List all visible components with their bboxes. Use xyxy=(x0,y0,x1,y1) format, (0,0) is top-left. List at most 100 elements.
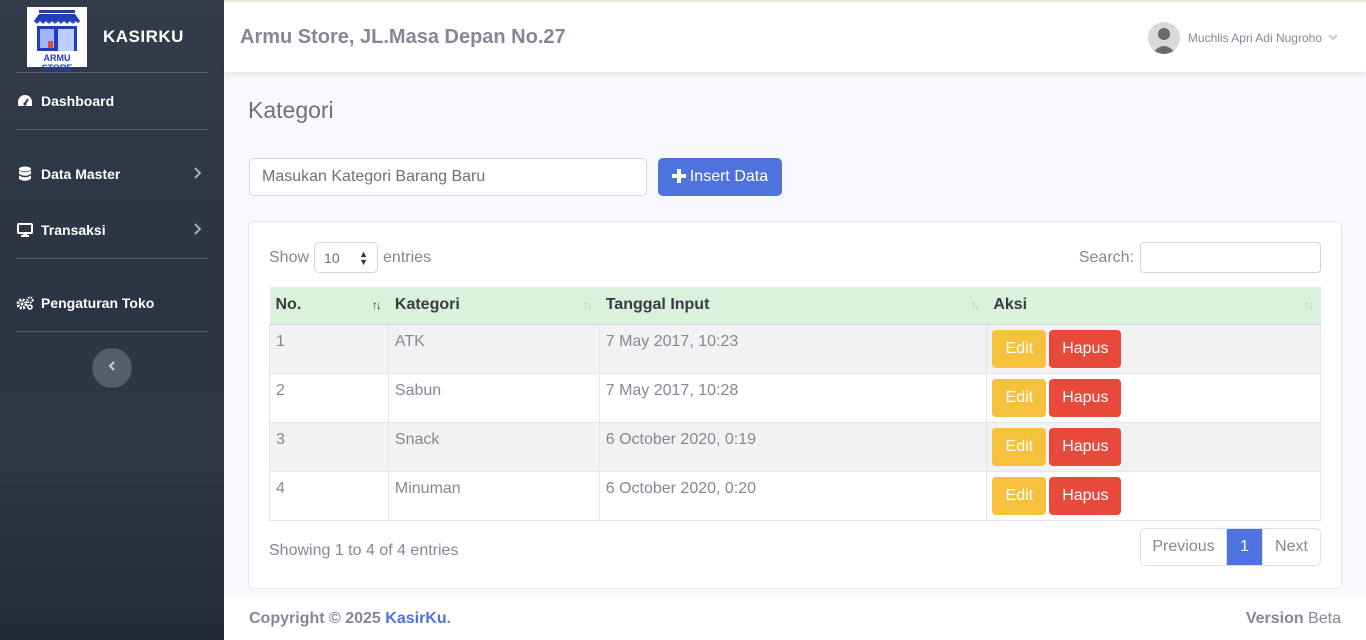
footer-brand-link[interactable]: KasirKu xyxy=(385,610,446,627)
version-label: Version xyxy=(1245,610,1304,627)
cell-tanggal: 6 October 2020, 0:19 xyxy=(598,421,988,472)
next-page-button[interactable]: Next xyxy=(1262,529,1320,565)
sidebar-divider xyxy=(16,331,208,332)
sidebar-divider xyxy=(16,129,208,130)
page-title: Kategori xyxy=(248,97,334,123)
plus-icon xyxy=(671,167,686,187)
entries-label: entries xyxy=(383,248,432,266)
entries-length-control: Show 10 ▲ ▼ entries xyxy=(269,242,431,273)
insert-data-label: Insert Data xyxy=(689,168,769,185)
version-info: Version Beta xyxy=(1246,610,1341,628)
brand-name: KASIRKU xyxy=(103,27,184,46)
edit-button[interactable]: Edit xyxy=(992,476,1047,515)
category-table: No. ↑↓ Kategori ↑↓ Tanggal Input ↑↓ Aksi ↑↓ … xyxy=(269,287,1321,521)
pagination: Previous 1 Next xyxy=(1140,528,1321,566)
sort-arrows-icon: ▲ ▼ xyxy=(359,249,369,267)
cell-kategori: ATK xyxy=(387,323,600,374)
chevron-down-icon xyxy=(1328,33,1338,44)
sidebar-brand[interactable]: ARMU STORE KASIRKU xyxy=(0,0,224,73)
chevron-right-icon xyxy=(193,166,202,182)
cell-kategori: Minuman xyxy=(387,470,600,521)
sidebar-item-label: Transaksi xyxy=(41,222,106,238)
copyright-text: Copyright © 2025 xyxy=(249,610,386,627)
previous-page-button[interactable]: Previous xyxy=(1141,529,1227,565)
column-header-kategori[interactable]: Kategori ↑↓ xyxy=(388,287,600,325)
sort-icon: ↑↓ xyxy=(970,298,980,312)
table-card: Show 10 ▲ ▼ entries Search: No. ↑↓ Kategor… xyxy=(248,221,1342,589)
sidebar-item-transaksi[interactable]: Transaksi xyxy=(0,210,224,250)
cell-kategori: Snack xyxy=(387,421,600,472)
column-header-aksi[interactable]: Aksi ↑↓ xyxy=(986,287,1321,325)
table-info: Showing 1 to 4 of 4 entries xyxy=(269,542,459,559)
delete-button[interactable]: Hapus xyxy=(1049,476,1122,515)
column-header-label: Aksi xyxy=(993,296,1028,314)
show-label: Show xyxy=(269,248,310,266)
version-value: Beta xyxy=(1308,610,1341,627)
column-header-label: Tanggal Input xyxy=(605,296,710,314)
column-header-tanggal-input[interactable]: Tanggal Input ↑↓ xyxy=(599,287,988,325)
edit-button[interactable]: Edit xyxy=(992,329,1047,368)
column-header-no[interactable]: No. ↑↓ xyxy=(269,287,389,325)
sort-icon: ↑↓ xyxy=(582,298,593,312)
table-row: 3 Snack 6 October 2020, 0:19 Edit Hapus xyxy=(269,421,1321,472)
sidebar-toggle-button[interactable] xyxy=(92,348,132,388)
cell-no: 4 xyxy=(269,470,389,521)
cell-no: 1 xyxy=(269,323,389,374)
table-row: 2 Sabun 7 May 2017, 10:28 Edit Hapus xyxy=(269,372,1321,423)
insert-data-button[interactable]: Insert Data xyxy=(658,158,782,196)
cell-kategori: Sabun xyxy=(387,372,600,423)
sidebar-item-label: Dashboard xyxy=(41,93,115,109)
sidebar-item-data-master[interactable]: Data Master xyxy=(0,154,224,194)
cell-aksi: Edit Hapus xyxy=(986,323,1321,374)
column-header-label: Kategori xyxy=(394,296,460,314)
sidebar-item-label: Pengaturan Toko xyxy=(41,295,155,311)
store-logo: ARMU STORE xyxy=(27,7,87,73)
user-name: Muchlis Apri Adi Nugroho xyxy=(1187,31,1322,45)
edit-button[interactable]: Edit xyxy=(992,427,1047,466)
sidebar-divider xyxy=(16,258,208,259)
cell-aksi: Edit Hapus xyxy=(986,372,1321,423)
desktop-icon xyxy=(16,222,34,238)
cell-aksi: Edit Hapus xyxy=(986,470,1321,521)
database-icon xyxy=(16,166,34,182)
store-title: Armu Store, JL.Masa Depan No.27 xyxy=(240,26,566,48)
logo-text: ARMU STORE xyxy=(41,53,73,73)
entries-value: 10 xyxy=(324,249,340,266)
cell-no: 3 xyxy=(269,421,389,472)
cell-tanggal: 6 October 2020, 0:20 xyxy=(598,470,988,521)
tachometer-icon xyxy=(16,93,34,109)
cell-tanggal: 7 May 2017, 10:28 xyxy=(598,372,988,423)
column-header-label: No. xyxy=(275,296,302,314)
footer: Copyright © 2025 KasirKu. Version Beta xyxy=(224,596,1366,640)
page-1-button[interactable]: 1 xyxy=(1227,529,1262,565)
search-label: Search: xyxy=(1078,248,1134,266)
entries-select[interactable]: 10 ▲ ▼ xyxy=(314,242,379,273)
edit-button[interactable]: Edit xyxy=(992,378,1047,417)
copyright: Copyright © 2025 KasirKu. xyxy=(249,610,451,628)
sidebar-item-dashboard[interactable]: Dashboard xyxy=(0,81,224,121)
cell-tanggal: 7 May 2017, 10:23 xyxy=(598,323,988,374)
sort-asc-icon: ↑↓ xyxy=(371,298,382,312)
search-input[interactable] xyxy=(1140,242,1321,273)
copyright-suffix: . xyxy=(446,610,452,627)
table-search: Search: xyxy=(1079,242,1321,273)
delete-button[interactable]: Hapus xyxy=(1049,427,1122,466)
avatar xyxy=(1147,22,1180,54)
sidebar-divider xyxy=(16,72,208,73)
cogs-icon xyxy=(16,295,34,311)
sidebar-item-label: Data Master xyxy=(41,166,121,182)
chevron-left-icon xyxy=(108,359,116,377)
delete-button[interactable]: Hapus xyxy=(1049,378,1122,417)
table-row: 1 ATK 7 May 2017, 10:23 Edit Hapus xyxy=(269,323,1321,374)
cell-no: 2 xyxy=(269,372,389,423)
category-input[interactable] xyxy=(249,158,647,196)
cell-aksi: Edit Hapus xyxy=(986,421,1321,472)
table-row: 4 Minuman 6 October 2020, 0:20 Edit Hapus xyxy=(269,470,1321,521)
user-menu[interactable]: Muchlis Apri Adi Nugroho xyxy=(1147,22,1338,54)
sidebar: ARMU STORE KASIRKU Dashboard Data Master… xyxy=(0,0,224,640)
sort-icon: ↑↓ xyxy=(1304,298,1314,312)
topbar: Armu Store, JL.Masa Depan No.27 Muchlis … xyxy=(224,0,1366,72)
sidebar-item-pengaturan-toko[interactable]: Pengaturan Toko xyxy=(0,283,224,323)
delete-button[interactable]: Hapus xyxy=(1049,329,1122,368)
chevron-right-icon xyxy=(193,222,202,238)
